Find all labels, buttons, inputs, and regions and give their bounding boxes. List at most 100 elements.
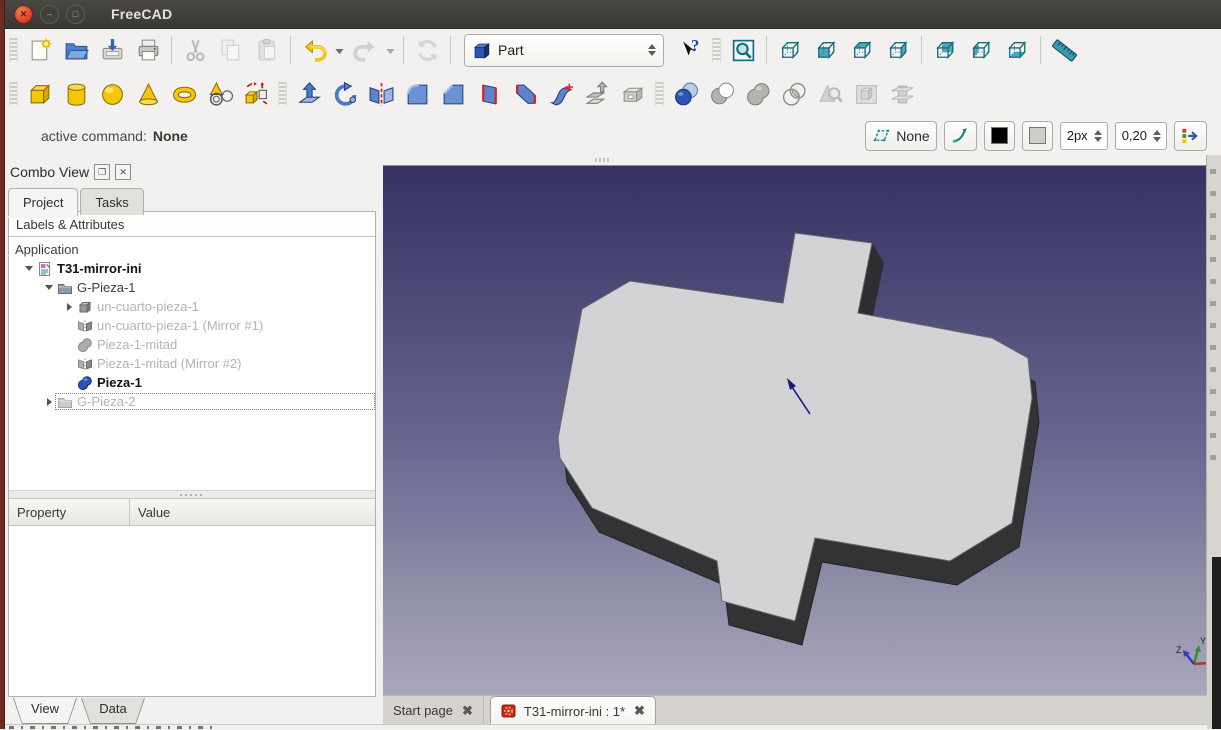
caret-down-button[interactable]: [332, 32, 347, 68]
workbench-selector-arrows[interactable]: [645, 44, 659, 56]
measure-button[interactable]: [1046, 32, 1082, 68]
line-width-spinbox[interactable]: 2px: [1060, 122, 1108, 150]
part-cone-button[interactable]: [130, 76, 166, 112]
whats-this-button[interactable]: ?: [672, 32, 708, 68]
part-loft-button[interactable]: [507, 76, 543, 112]
3d-viewport[interactable]: X Y Z: [383, 165, 1207, 696]
part-union-button[interactable]: [740, 76, 776, 112]
tab-close-icon[interactable]: ✖: [462, 703, 473, 719]
tree-item-label: Pieza-1-mitad (Mirror #2): [97, 356, 241, 371]
view-bottom-button[interactable]: [999, 32, 1035, 68]
draft-construction-mode-button[interactable]: [944, 121, 977, 151]
dock-splitter[interactable]: [9, 490, 375, 499]
property-table-body[interactable]: [9, 526, 375, 696]
part-defeaturing-button: [848, 76, 884, 112]
working-plane-button[interactable]: None: [865, 121, 936, 151]
tree-item-label: G-Pieza-1: [77, 280, 136, 295]
spinner-arrows[interactable]: [1091, 130, 1105, 142]
view-axonometric-button[interactable]: [772, 32, 808, 68]
save-document-button[interactable]: [94, 32, 130, 68]
toolbar-drag-handle[interactable]: [712, 38, 721, 62]
window-maximize-button[interactable]: □: [66, 5, 85, 24]
property-column-header[interactable]: Property: [9, 499, 130, 525]
toolbar-drag-handle[interactable]: [278, 82, 287, 106]
view-right-button[interactable]: [880, 32, 916, 68]
part-shapebuilder-button[interactable]: [238, 76, 274, 112]
tree-expander[interactable]: [63, 303, 75, 311]
view-front-button[interactable]: [808, 32, 844, 68]
global-scale-spinbox[interactable]: 0,20: [1115, 122, 1167, 150]
tree-item-application[interactable]: Application: [9, 240, 375, 259]
window-close-button[interactable]: ✕: [14, 5, 33, 24]
tree-item-pieza-1-mitad-mirror-2[interactable]: Pieza-1-mitad (Mirror #2): [9, 354, 375, 373]
part-fillet-button[interactable]: [399, 76, 435, 112]
mdi-tab-start-page[interactable]: Start page✖: [383, 696, 484, 725]
whats-this-icon: ?: [677, 37, 704, 64]
part-boolean-icon: [673, 81, 700, 108]
view-rear-button[interactable]: [927, 32, 963, 68]
viewport-top-splitter[interactable]: [383, 155, 1207, 165]
open-document-button[interactable]: [58, 32, 94, 68]
tree-expander[interactable]: [43, 398, 55, 406]
workbench-selector[interactable]: Part: [464, 34, 664, 67]
part-common-button[interactable]: [776, 76, 812, 112]
view-left-button[interactable]: [963, 32, 999, 68]
part-cylinder-button[interactable]: [58, 76, 94, 112]
tree-item-un-cuarto-pieza-1-mirror-1[interactable]: un-cuarto-pieza-1 (Mirror #1): [9, 316, 375, 335]
folder-icon: [57, 280, 74, 296]
part-sphere-button[interactable]: [94, 76, 130, 112]
new-document-icon: [27, 37, 54, 64]
value-column-header[interactable]: Value: [130, 499, 170, 525]
part-torus-button[interactable]: [166, 76, 202, 112]
undo-button[interactable]: [296, 32, 332, 68]
part-chamfer-button[interactable]: [435, 76, 471, 112]
tree-expander[interactable]: [23, 266, 35, 271]
paste-icon: [254, 37, 281, 64]
panel-tab-view[interactable]: View: [13, 698, 77, 724]
part-boolean-button[interactable]: [668, 76, 704, 112]
part-sweep-button[interactable]: [543, 76, 579, 112]
tab-tasks[interactable]: Tasks: [80, 188, 143, 215]
part-box-button[interactable]: [22, 76, 58, 112]
cut-icon: [182, 37, 209, 64]
dock-float-button[interactable]: ❐: [94, 164, 110, 180]
tree-item-pieza-1-mitad[interactable]: Pieza-1-mitad: [9, 335, 375, 354]
tree-item-pieza-1[interactable]: Pieza-1: [9, 373, 375, 392]
apply-style-button[interactable]: [1174, 121, 1207, 151]
new-document-button[interactable]: [22, 32, 58, 68]
part-ruled-surface-button[interactable]: [471, 76, 507, 112]
part-fillet-icon: [404, 81, 431, 108]
face-color-button[interactable]: [1022, 121, 1053, 151]
toolbar-drag-handle[interactable]: [9, 38, 18, 62]
panel-tab-data[interactable]: Data: [81, 698, 145, 724]
print-button[interactable]: [130, 32, 166, 68]
tree-item-t31-mirror-ini[interactable]: T31-mirror-ini: [9, 259, 375, 278]
tree-item-g-pieza-2[interactable]: G-Pieza-2: [9, 392, 375, 411]
part-mirror-button[interactable]: [363, 76, 399, 112]
toolbar-drag-handle[interactable]: [655, 82, 664, 106]
mdi-tab-t31-mirror-ini-1[interactable]: T31-mirror-ini : 1*✖: [490, 696, 656, 725]
view-fit-all-button[interactable]: [725, 32, 761, 68]
part-extrude-button[interactable]: [291, 76, 327, 112]
part-chamfer-icon: [440, 81, 467, 108]
part-primitives-button[interactable]: [202, 76, 238, 112]
tree-item-label: Pieza-1-mitad: [97, 337, 177, 352]
part-offset-button[interactable]: [579, 76, 615, 112]
mirror-icon: [77, 318, 94, 334]
tree-item-un-cuarto-pieza-1[interactable]: un-cuarto-pieza-1: [9, 297, 375, 316]
spinner-arrows[interactable]: [1150, 130, 1164, 142]
view-top-button[interactable]: [844, 32, 880, 68]
part-thickness-button[interactable]: [615, 76, 651, 112]
window-minimize-button[interactable]: –: [40, 5, 59, 24]
part-revolve-button[interactable]: [327, 76, 363, 112]
tree-expander[interactable]: [43, 285, 55, 290]
tab-project[interactable]: Project: [8, 188, 78, 216]
line-color-button[interactable]: [984, 121, 1015, 151]
window-left-border: [0, 0, 5, 729]
dock-close-button[interactable]: ✕: [115, 164, 131, 180]
tab-close-icon[interactable]: ✖: [634, 703, 645, 719]
tree-item-g-pieza-1[interactable]: G-Pieza-1: [9, 278, 375, 297]
toolbar-drag-handle[interactable]: [9, 82, 18, 106]
part-cut-button[interactable]: [704, 76, 740, 112]
part-shapebuilder-icon: [243, 81, 270, 108]
